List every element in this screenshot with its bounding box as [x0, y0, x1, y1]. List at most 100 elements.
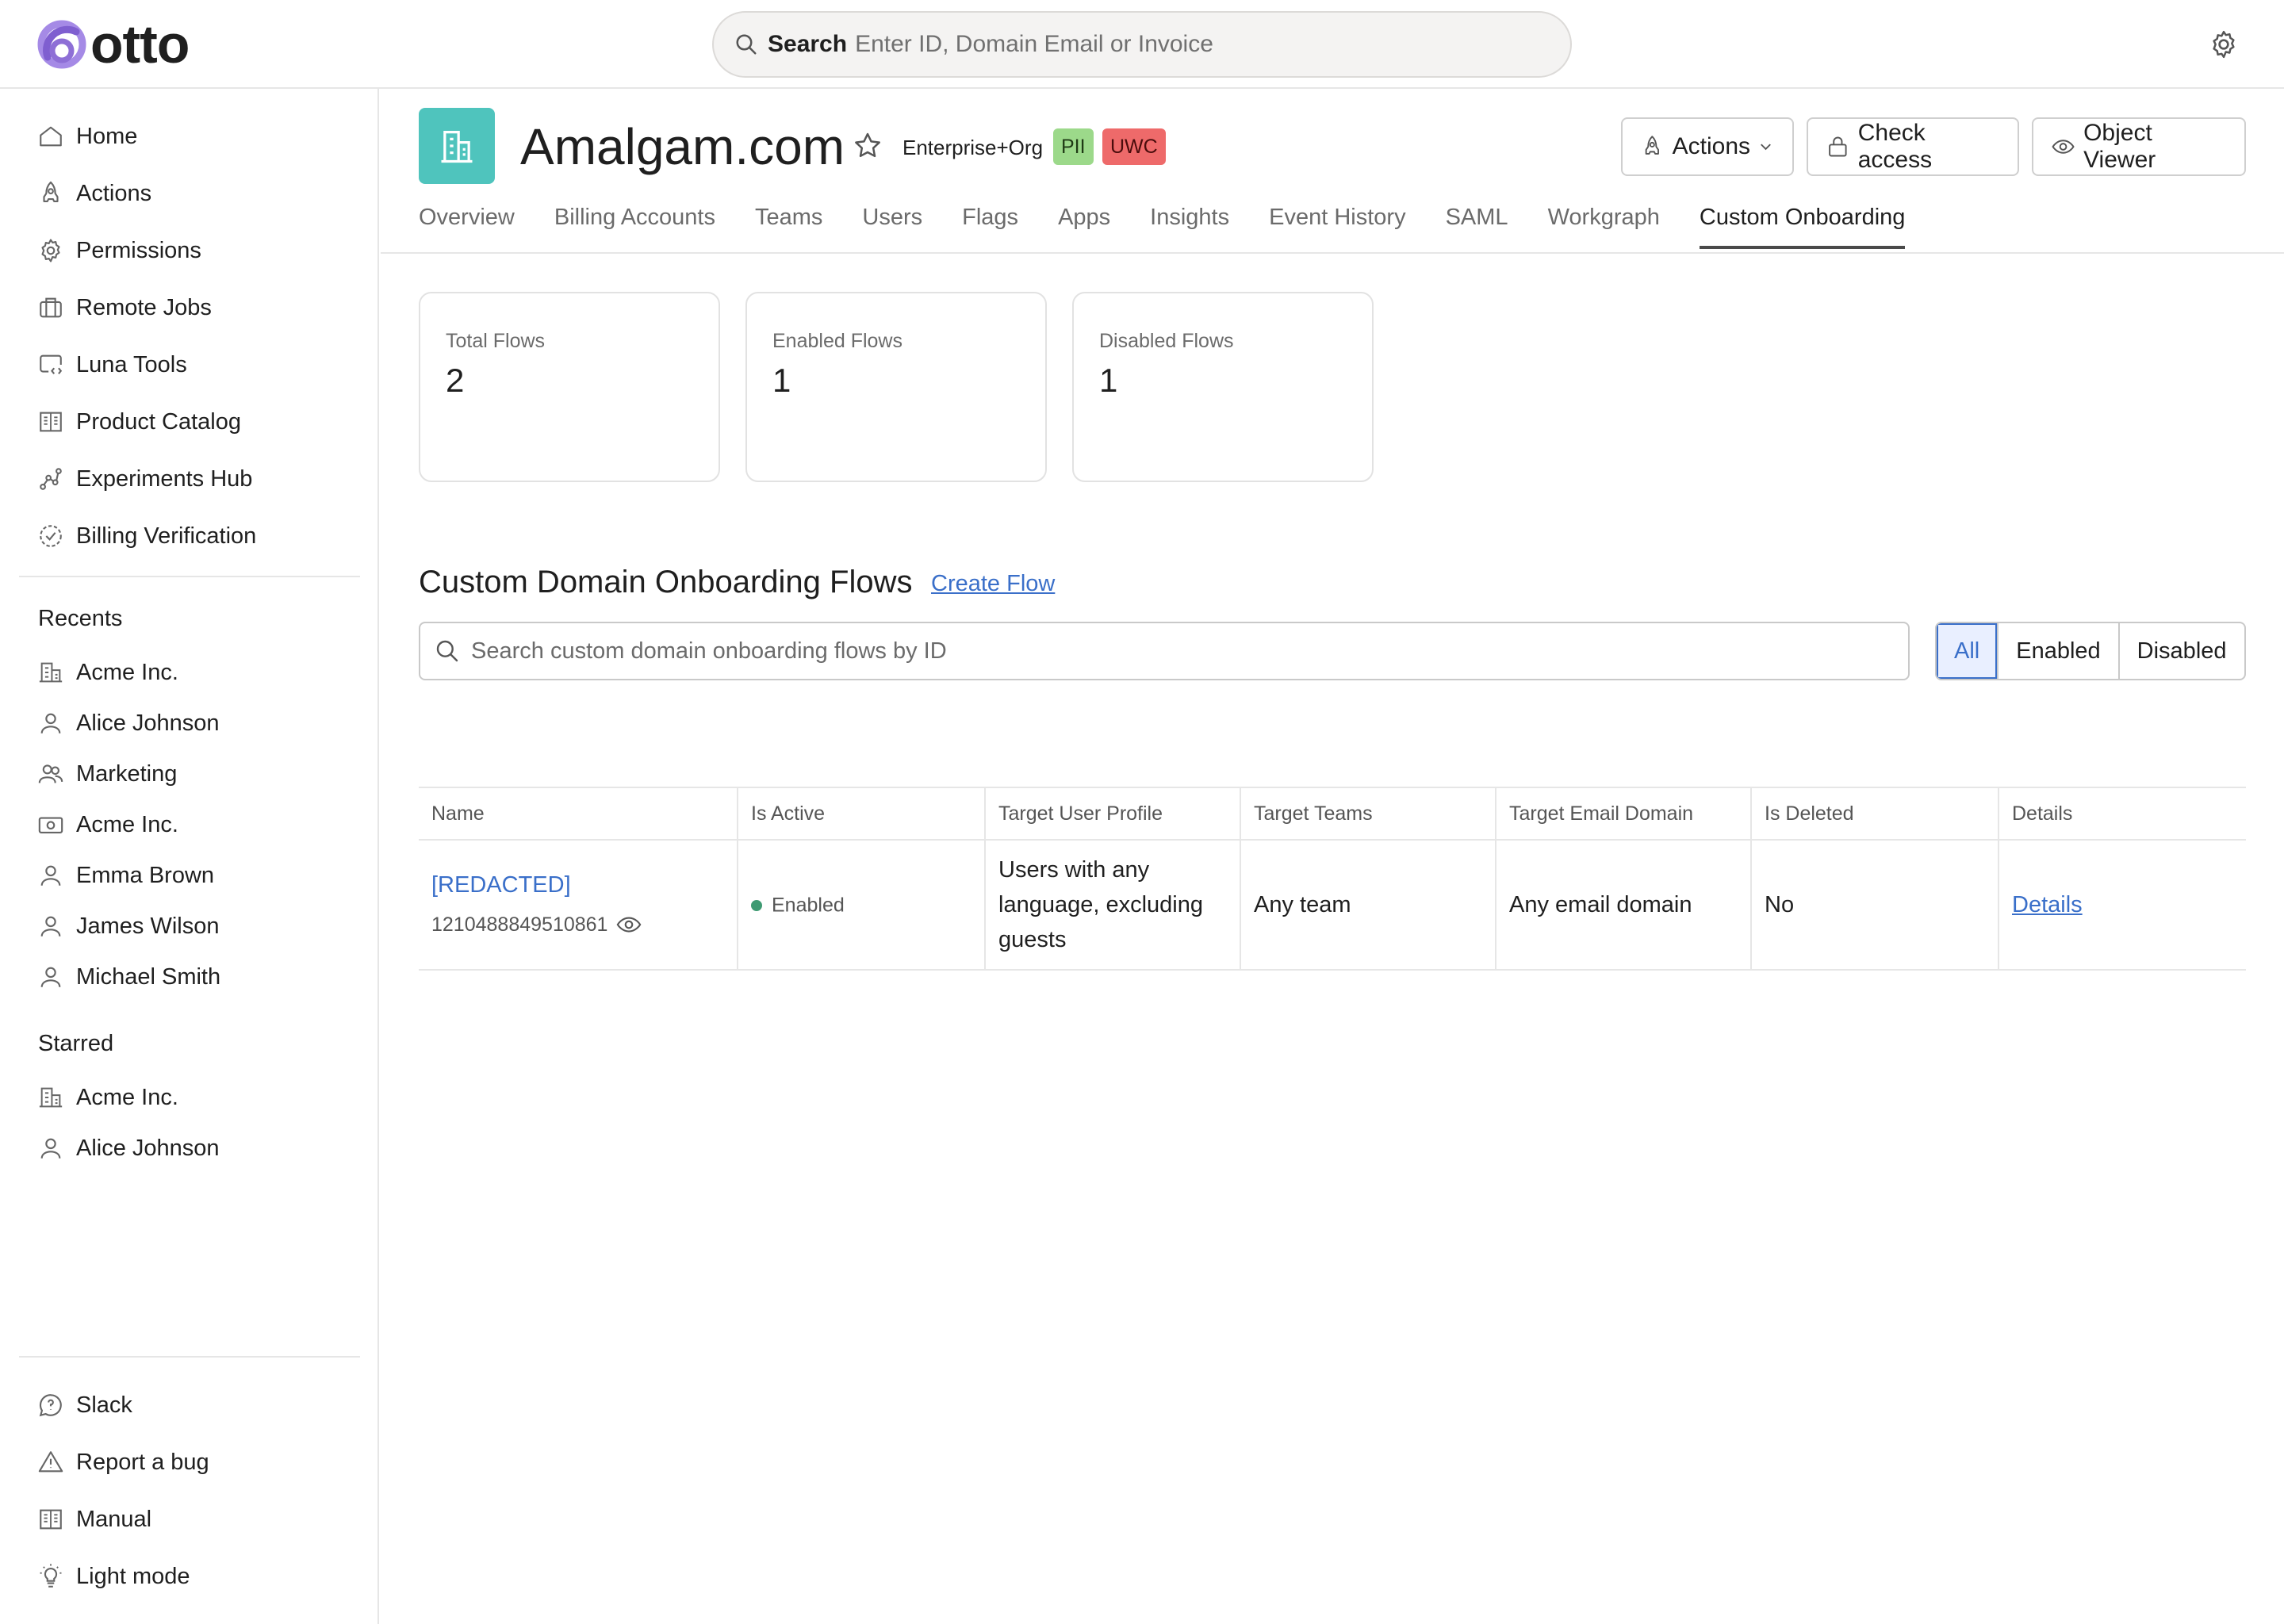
starred-heading: Starred: [38, 1031, 114, 1056]
check-access-button[interactable]: Check access: [1807, 117, 2019, 176]
warning-icon: [36, 1448, 65, 1477]
table-header-row: Name Is Active Target User Profile Targe…: [419, 787, 2246, 841]
recent-item-label: James Wilson: [76, 913, 220, 939]
recent-item[interactable]: Acme Inc.: [36, 804, 178, 845]
building-icon: [36, 658, 65, 687]
tab-saml[interactable]: SAML: [1446, 201, 1508, 249]
global-search-input[interactable]: Search Enter ID, Domain Email or Invoice: [712, 11, 1572, 78]
uwc-badge: UWC: [1102, 128, 1166, 165]
sidebar-item-light-mode[interactable]: Light mode: [36, 1556, 190, 1597]
starred-item-label: Acme Inc.: [76, 1084, 178, 1110]
tab-event-history[interactable]: Event History: [1269, 201, 1405, 249]
sidebar-item-permissions[interactable]: Permissions: [36, 230, 201, 271]
tab-teams[interactable]: Teams: [755, 201, 822, 249]
recent-item-label: Emma Brown: [76, 862, 215, 888]
recent-item-label: Acme Inc.: [76, 811, 178, 837]
sidebar-item-product-catalog[interactable]: Product Catalog: [36, 401, 241, 442]
sidebar-item-label: Permissions: [76, 237, 201, 263]
starred-item-label: Alice Johnson: [76, 1135, 220, 1161]
sidebar-item-experiments-hub[interactable]: Experiments Hub: [36, 458, 252, 500]
is-deleted-cell: No: [1750, 840, 1998, 971]
tab-custom-onboarding[interactable]: Custom Onboarding: [1699, 201, 1905, 249]
otto-logo[interactable]: otto: [36, 17, 190, 71]
recent-item[interactable]: James Wilson: [36, 906, 220, 947]
recent-item-label: Marketing: [76, 760, 178, 787]
sidebar-item-manual[interactable]: Manual: [36, 1499, 151, 1540]
page-title: Amalgam.com: [520, 118, 845, 175]
flow-search-input[interactable]: Search custom domain onboarding flows by…: [419, 622, 1910, 680]
column-header[interactable]: Is Deleted: [1750, 787, 1998, 841]
flow-name-link[interactable]: [REDACTED]: [431, 868, 724, 902]
sidebar-item-label: Light mode: [76, 1563, 190, 1589]
filter-all[interactable]: All: [1937, 623, 1998, 679]
recent-item[interactable]: Marketing: [36, 753, 177, 795]
create-flow-link[interactable]: Create Flow: [931, 568, 1055, 599]
tab-workgraph[interactable]: Workgraph: [1548, 201, 1660, 249]
tab-billing-accounts[interactable]: Billing Accounts: [554, 201, 715, 249]
settings-gear-icon[interactable]: [2208, 29, 2240, 60]
name-cell: [REDACTED] 1210488849510861: [419, 840, 738, 971]
tab-flags[interactable]: Flags: [962, 201, 1018, 249]
recent-item[interactable]: Emma Brown: [36, 855, 214, 896]
stat-value: 2: [446, 362, 465, 399]
filter-enabled[interactable]: Enabled: [1997, 623, 2117, 679]
details-cell: Details: [1998, 840, 2246, 971]
column-header[interactable]: Target User Profile: [984, 787, 1240, 841]
object-viewer-button[interactable]: Object Viewer: [2032, 117, 2246, 176]
actions-button[interactable]: Actions: [1621, 117, 1794, 176]
filter-disabled[interactable]: Disabled: [2117, 623, 2244, 679]
lightbulb-icon: [36, 1562, 65, 1591]
lock-icon: [1829, 136, 1847, 157]
sidebar-divider: [19, 1356, 360, 1358]
stat-label: Total Flows: [446, 330, 546, 352]
section-title: Custom Domain Onboarding Flows: [419, 565, 913, 599]
sidebar-item-remote-jobs[interactable]: Remote Jobs: [36, 287, 212, 328]
column-header[interactable]: Target Email Domain: [1495, 787, 1751, 841]
sidebar-item-luna-tools[interactable]: Luna Tools: [36, 344, 187, 385]
recent-item[interactable]: Acme Inc.: [36, 652, 178, 693]
flow-search-placeholder: Search custom domain onboarding flows by…: [471, 638, 947, 664]
starred-item[interactable]: Acme Inc.: [36, 1077, 178, 1118]
tab-insights[interactable]: Insights: [1150, 201, 1229, 249]
is-active-cell: Enabled: [737, 840, 985, 971]
code-window-icon: [36, 350, 65, 379]
user-icon: [36, 912, 65, 940]
check-badge-icon: [36, 522, 65, 550]
sidebar-item-label: Product Catalog: [76, 408, 241, 435]
org-avatar: [419, 108, 495, 184]
eye-icon[interactable]: [615, 911, 642, 938]
sidebar-item-slack[interactable]: Slack: [36, 1385, 132, 1426]
recent-item-label: Michael Smith: [76, 963, 221, 990]
status-dot: [751, 899, 762, 911]
column-header[interactable]: Name: [419, 787, 738, 841]
column-header[interactable]: Details: [1998, 787, 2246, 841]
recent-item[interactable]: Michael Smith: [36, 956, 220, 998]
tab-bar: Overview Billing Accounts Teams Users Fl…: [419, 201, 1945, 249]
object-viewer-label: Object Viewer: [2083, 120, 2156, 173]
sidebar-item-home[interactable]: Home: [36, 116, 137, 157]
flow-id: 1210488849510861: [431, 907, 724, 942]
tab-apps[interactable]: Apps: [1058, 201, 1110, 249]
user-icon: [36, 709, 65, 737]
user-icon: [36, 1134, 65, 1162]
details-link[interactable]: Details: [2012, 892, 2083, 917]
tab-overview[interactable]: Overview: [419, 201, 515, 249]
star-icon[interactable]: [852, 130, 883, 162]
tab-divider: [381, 252, 2284, 254]
tab-users[interactable]: Users: [862, 201, 922, 249]
actions-button-label: Actions: [1672, 133, 1751, 159]
flows-table: Name Is Active Target User Profile Targe…: [419, 787, 2246, 971]
plan-label: Enterprise+Org: [902, 136, 1044, 159]
team-icon: [36, 760, 65, 788]
sidebar-item-billing-verification[interactable]: Billing Verification: [36, 515, 256, 557]
sidebar-item-actions[interactable]: Actions: [36, 173, 151, 214]
column-header[interactable]: Is Active: [737, 787, 985, 841]
sidebar-item-report-bug[interactable]: Report a bug: [36, 1442, 209, 1483]
user-icon: [36, 861, 65, 890]
sidebar-item-label: Luna Tools: [76, 351, 187, 377]
recent-item[interactable]: Alice Johnson: [36, 703, 220, 744]
starred-item[interactable]: Alice Johnson: [36, 1128, 220, 1169]
home-icon: [36, 122, 65, 151]
column-header[interactable]: Target Teams: [1240, 787, 1496, 841]
stat-value: 1: [772, 362, 791, 399]
